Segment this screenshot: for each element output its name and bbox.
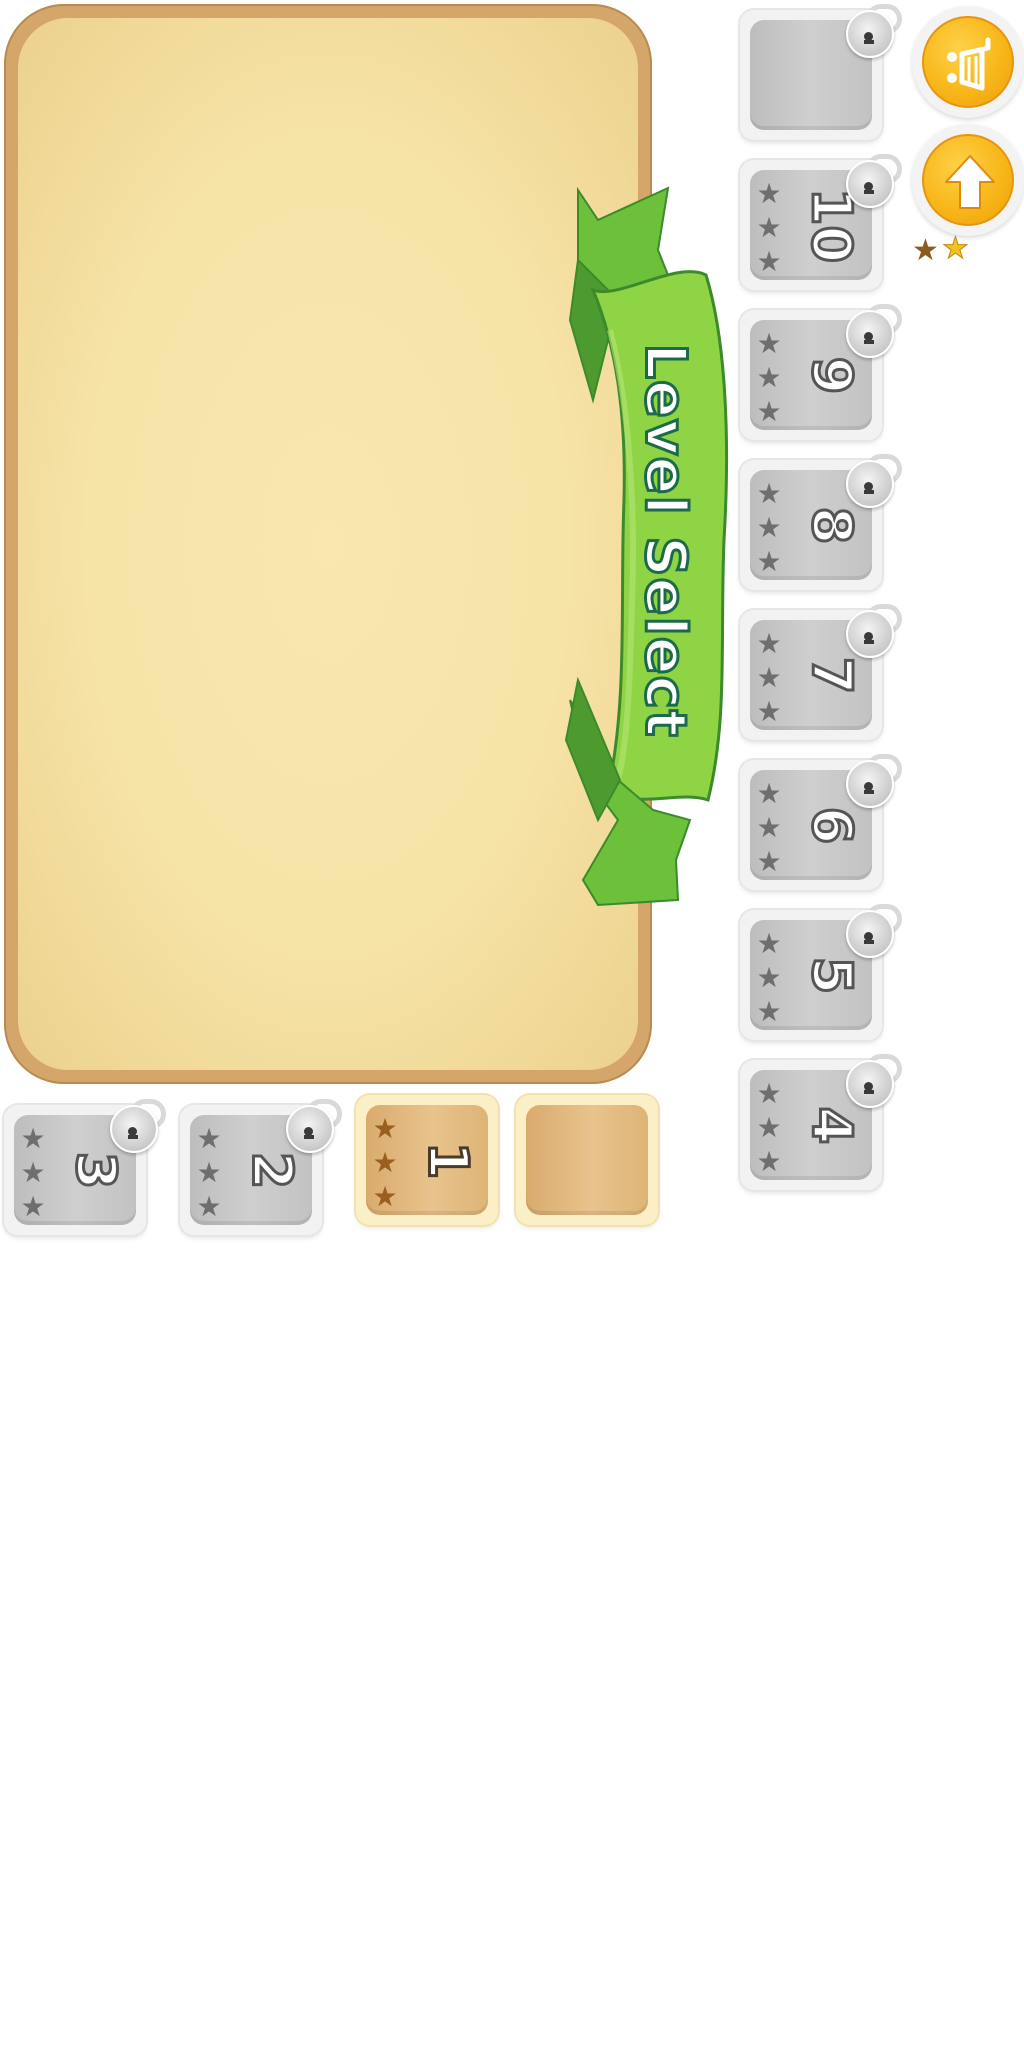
star-icon: ★: [756, 361, 782, 394]
padlock-icon: [286, 1099, 342, 1153]
star-icon: ★: [756, 627, 782, 660]
star-icon: ★: [756, 1077, 782, 1110]
star-icon: ★: [756, 327, 782, 360]
star-icon: ★: [372, 1180, 398, 1213]
level-tile-9[interactable]: ★ ★ ★ 9: [740, 304, 902, 440]
shop-button-face: [922, 16, 1014, 108]
padlock-icon: [846, 604, 902, 658]
level-stars: ★ ★ ★: [754, 1080, 784, 1176]
star-icon: ★: [20, 1156, 46, 1189]
padlock-icon: [110, 1099, 166, 1153]
level-tile-4[interactable]: ★ ★ ★ 4: [740, 1054, 902, 1190]
star-icon: ★: [20, 1190, 46, 1223]
star-icon: ★: [756, 845, 782, 878]
level-tile-8[interactable]: ★ ★ ★ 8: [740, 454, 902, 590]
star-icon: ★: [756, 661, 782, 694]
level-tile-3[interactable]: ★ ★ ★ 3: [4, 1099, 166, 1235]
padlock-icon: [846, 154, 902, 208]
star-icon: ★: [756, 477, 782, 510]
arrow-up-icon: [945, 155, 995, 209]
level-stars: ★ ★ ★: [754, 180, 784, 276]
star-yellow-icon: ★: [942, 231, 970, 266]
level-number: [578, 1115, 638, 1205]
level-number: 1: [415, 1140, 481, 1181]
star-icon: ★: [372, 1146, 398, 1179]
star-icon: ★: [756, 927, 782, 960]
upgrade-button[interactable]: [912, 124, 1024, 236]
level-tile-6[interactable]: ★ ★ ★ 6: [740, 754, 902, 890]
star-icon: ★: [756, 961, 782, 994]
level-tile-10[interactable]: ★ ★ ★ 10: [740, 154, 902, 290]
star-icon: ★: [20, 1122, 46, 1155]
panel-background: [18, 18, 638, 1070]
level-select-panel: [4, 4, 652, 1084]
padlock-icon: [846, 904, 902, 958]
level-stars: ★ ★ ★: [754, 480, 784, 576]
level-stars: ★ ★ ★: [194, 1125, 224, 1221]
level-stars: ★ ★ ★: [754, 780, 784, 876]
padlock-icon: [846, 754, 902, 808]
star-icon: ★: [372, 1112, 398, 1145]
star-icon: ★: [196, 1156, 222, 1189]
star-icon: ★: [756, 211, 782, 244]
padlock-icon: [846, 1054, 902, 1108]
shopping-cart-icon: [947, 37, 991, 91]
upgrade-button-face: [922, 134, 1014, 226]
padlock-icon: [846, 454, 902, 508]
level-tile-2[interactable]: ★ ★ ★ 2: [180, 1099, 342, 1235]
star-icon: ★: [756, 177, 782, 210]
level-stars: ★ ★ ★: [370, 1115, 400, 1211]
padlock-icon: [846, 4, 902, 58]
level-stars: ★ ★ ★: [754, 330, 784, 426]
level-stars: ★ ★ ★: [18, 1125, 48, 1221]
star-icon: ★: [756, 245, 782, 278]
level-tile-7[interactable]: ★ ★ ★ 7: [740, 604, 902, 740]
star-icon: ★: [196, 1122, 222, 1155]
star-filled-icon: ★: [912, 233, 939, 268]
star-icon: ★: [756, 1111, 782, 1144]
star-icon: ★: [756, 995, 782, 1028]
level-tile-1[interactable]: ★ ★ ★ 1: [356, 1095, 498, 1225]
page-title: Level Select: [631, 341, 699, 738]
shop-button[interactable]: [912, 6, 1024, 118]
padlock-icon: [846, 304, 902, 358]
level-tile-5[interactable]: ★ ★ ★ 5: [740, 904, 902, 1040]
level-stars: ★ ★ ★: [754, 930, 784, 1026]
level-tile-empty-unlocked[interactable]: [516, 1095, 658, 1225]
star-icon: ★: [196, 1190, 222, 1223]
star-icon: ★: [756, 545, 782, 578]
level-stars: ★ ★ ★: [754, 630, 784, 726]
star-icon: ★: [756, 511, 782, 544]
star-icon: ★: [756, 395, 782, 428]
star-icon: ★: [756, 777, 782, 810]
level-tile-empty-top[interactable]: [740, 4, 902, 140]
star-icon: ★: [756, 811, 782, 844]
star-icon: ★: [756, 1145, 782, 1178]
star-icon: ★: [756, 695, 782, 728]
